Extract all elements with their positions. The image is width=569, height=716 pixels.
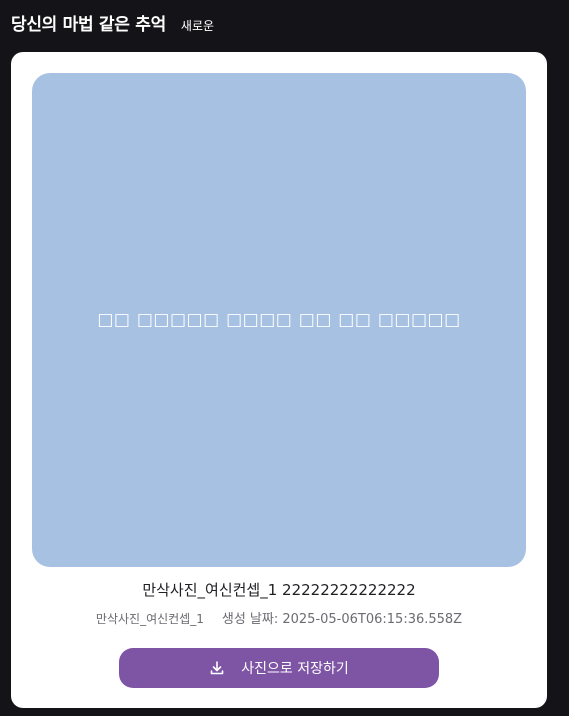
- photo-meta: 만삭사진_여신컨셉_1 생성 날짜: 2025-05-06T06:15:36.5…: [11, 608, 547, 627]
- save-button-label: 사진으로 저장하기: [241, 661, 349, 677]
- new-badge: 새로운: [180, 19, 215, 33]
- photo-placeholder-text: □□ □□□□□ □□□□ □□ □□ □□□□□: [97, 310, 461, 330]
- page-header: 당신의 마법 같은 추억 새로운: [11, 10, 214, 40]
- photo-title: 만삭사진_여신컨셉_1 22222222222222: [142, 581, 416, 599]
- page-title: 당신의 마법 같은 추억: [11, 15, 166, 35]
- photo-preview: □□ □□□□□ □□□□ □□ □□ □□□□□: [32, 73, 526, 567]
- download-icon: [209, 660, 225, 676]
- created-date: 생성 날짜: 2025-05-06T06:15:36.558Z: [221, 612, 463, 627]
- concept-label: 만삭사진_여신컨셉_1: [95, 612, 204, 626]
- save-photo-button[interactable]: 사진으로 저장하기: [119, 648, 439, 688]
- photo-card: □□ □□□□□ □□□□ □□ □□ □□□□□ 만삭사진_여신컨셉_1 22…: [11, 52, 547, 708]
